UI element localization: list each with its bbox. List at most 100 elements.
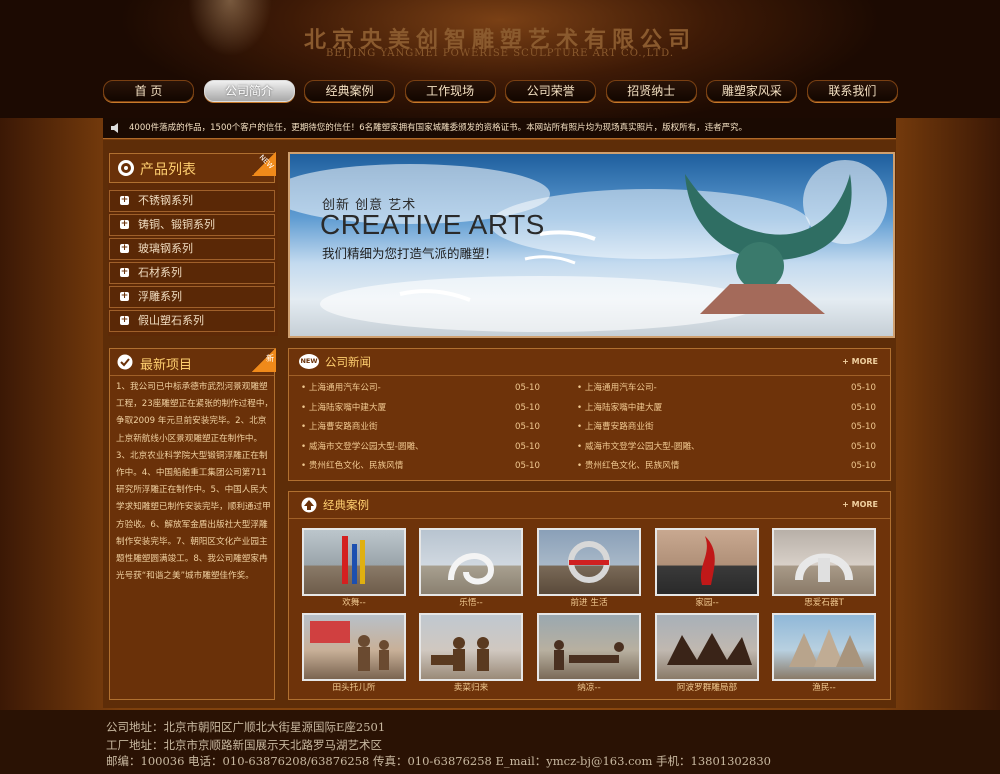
nav-worksite[interactable]: 工作现场	[404, 80, 496, 102]
case-caption: 欢舞--	[342, 598, 366, 608]
case-thumb[interactable]	[537, 528, 641, 596]
company-news-header: NEW 公司新闻 + MORE	[289, 349, 890, 376]
case-image	[568, 541, 610, 583]
case-thumb[interactable]	[655, 613, 759, 681]
case-caption: 纳凉--	[577, 683, 601, 693]
check-icon	[117, 354, 133, 370]
news-item[interactable]: • 贵州红色文化、民族风情	[577, 457, 679, 475]
header: 北京央美创智雕塑艺术有限公司 BEIJING YANGMEI POWERISE …	[0, 0, 1000, 118]
plus-icon: +	[120, 219, 129, 229]
news-date: 05-10	[515, 383, 540, 393]
news-item[interactable]: • 上海陆家嘴中建大厦	[301, 399, 386, 417]
case-caption: 渔民--	[812, 683, 836, 693]
classic-cases-header: 经典案例 + MORE	[289, 492, 890, 519]
news-item[interactable]: • 上海通用汽车公司-	[301, 379, 381, 397]
company-news-title: 公司新闻	[325, 355, 371, 369]
plus-icon: +	[120, 243, 129, 253]
case-caption: 前进 生活	[570, 598, 608, 608]
news-item[interactable]: • 上海陆家嘴中建大厦	[577, 399, 662, 417]
news-date: 05-10	[851, 422, 876, 432]
product-item-fiberglass[interactable]: + 玻璃钢系列	[109, 238, 275, 260]
footer: 公司地址：北京市朝阳区广顺北大街星源国际E座2501 工厂地址：北京市京顺路新国…	[0, 710, 1000, 774]
classic-cases-title: 经典案例	[323, 498, 369, 512]
latest-projects-header: 最新项目 新	[110, 348, 276, 376]
factory-address: 工厂地址：北京市京顺路新国展示天北路罗马湖艺术区	[106, 738, 382, 752]
company-address: 公司地址：北京市朝阳区广顺北大街星源国际E座2501	[106, 720, 386, 734]
product-item-bronze[interactable]: + 铸铜、锻铜系列	[109, 214, 275, 236]
case-image	[448, 553, 495, 585]
cases-more-link[interactable]: + MORE	[842, 500, 878, 509]
case-image	[431, 637, 489, 671]
product-list-title: 产品列表	[140, 162, 196, 178]
news-date: 05-10	[851, 461, 876, 471]
arrow-up-icon	[301, 497, 317, 513]
nav-sculptors[interactable]: 雕塑家风采	[706, 80, 798, 102]
classic-cases-panel: 经典案例 + MORE 欢舞-- 乐悟-- 前进 生活 家园-- 思爱石器T 田…	[288, 491, 891, 700]
news-date: 05-10	[515, 403, 540, 413]
case-image	[310, 621, 389, 671]
product-item-stainless[interactable]: + 不锈钢系列	[109, 190, 275, 212]
product-item-rockery[interactable]: + 假山塑石系列	[109, 310, 275, 332]
new-icon: NEW	[299, 354, 319, 369]
case-image	[795, 553, 853, 582]
news-item[interactable]: • 上海曹安路商业街	[577, 418, 654, 436]
case-image	[700, 536, 715, 585]
case-caption: 思爱石器T	[804, 598, 844, 608]
case-image	[342, 536, 365, 584]
latest-projects-box: 最新项目 新 1、我公司已中标承德市武烈河景观雕塑工程，23座雕塑正在紧张的制作…	[109, 348, 276, 700]
product-item-stone[interactable]: + 石材系列	[109, 262, 275, 284]
company-name-en: BEIJING YANGMEI POWERISE SCULPTURE ART C…	[325, 48, 675, 59]
case-thumb[interactable]	[772, 528, 876, 596]
new-badge: 新	[252, 348, 276, 372]
banner-title-en: CREATIVE ARTS	[320, 209, 545, 240]
latest-projects-text: 1、我公司已中标承德市武烈河景观雕塑工程，23座雕塑正在紧张的制作过程中，争取2…	[116, 382, 274, 582]
news-date: 05-10	[515, 461, 540, 471]
case-thumb[interactable]	[655, 528, 759, 596]
speaker-icon	[111, 123, 118, 133]
nav-jobs[interactable]: 招贤纳士	[605, 80, 697, 102]
ticker-bar: 4000件落成的作品，1500个客户的信任，更期待您的信任！6名雕塑家拥有国家城…	[103, 118, 896, 139]
news-item[interactable]: • 贵州红色文化、民族风情	[301, 457, 403, 475]
news-date: 05-10	[851, 383, 876, 393]
plus-icon: +	[120, 291, 129, 301]
product-icon	[118, 160, 134, 176]
news-item[interactable]: • 威海市文登学公园大型-圆雕、	[301, 438, 424, 456]
hero-banner[interactable]: 创新 创意 艺术 CREATIVE ARTS 我们精细为您打造气派的雕塑！	[288, 152, 895, 338]
news-date: 05-10	[851, 442, 876, 452]
case-thumb[interactable]	[772, 613, 876, 681]
company-news-panel: NEW 公司新闻 + MORE • 上海通用汽车公司- 05-10 • 上海陆家…	[288, 348, 891, 481]
product-list-box: 产品列表 NEW + 不锈钢系列 + 铸铜、锻铜系列 + 玻璃钢系列 + 石材系列 + 浮…	[108, 152, 278, 336]
case-caption: 乐悟--	[459, 598, 483, 608]
news-more-link[interactable]: + MORE	[842, 357, 878, 366]
nav-contact[interactable]: 联系我们	[806, 80, 898, 102]
nav-cases[interactable]: 经典案例	[304, 80, 396, 102]
content-area: 产品列表 NEW + 不锈钢系列 + 铸铜、锻铜系列 + 玻璃钢系列 + 石材系列 + 浮…	[103, 140, 896, 708]
nav-home[interactable]: 首 页	[103, 80, 194, 102]
case-caption: 田头托儿所	[332, 683, 376, 693]
case-caption: 阿波罗群雕局部	[676, 683, 738, 693]
news-date: 05-10	[515, 442, 540, 452]
nav-honors[interactable]: 公司荣誉	[505, 80, 597, 102]
case-thumb[interactable]	[302, 528, 406, 596]
plus-icon: +	[120, 315, 129, 325]
plus-icon: +	[120, 267, 129, 277]
news-item[interactable]: • 上海曹安路商业街	[301, 418, 378, 436]
case-image	[554, 640, 624, 670]
case-thumb[interactable]	[419, 528, 523, 596]
product-item-relief[interactable]: + 浮雕系列	[109, 286, 275, 308]
news-item[interactable]: • 威海市文登学公园大型-圆雕、	[577, 438, 700, 456]
banner-slogan: 我们精细为您打造气派的雕塑！	[322, 246, 498, 261]
case-caption: 卖菜归来	[453, 683, 489, 693]
case-image	[667, 633, 752, 665]
case-thumb[interactable]	[302, 613, 406, 681]
case-thumb[interactable]	[419, 613, 523, 681]
ticker-text: 4000件落成的作品，1500个客户的信任，更期待您的信任！6名雕塑家拥有国家城…	[129, 123, 748, 133]
nav-about[interactable]: 公司简介	[203, 80, 295, 102]
case-caption: 家园--	[695, 598, 719, 608]
plus-icon: +	[120, 195, 129, 205]
main-nav: 首 页 公司简介 经典案例 工作现场 公司荣誉 招贤纳士 雕塑家风采 联系我们	[103, 80, 898, 102]
contact-info: 邮编：100036 电话：010-63876208/63876258 传真：01…	[106, 754, 771, 768]
case-thumb[interactable]	[537, 613, 641, 681]
new-badge: NEW	[252, 152, 276, 176]
news-item[interactable]: • 上海通用汽车公司-	[577, 379, 657, 397]
